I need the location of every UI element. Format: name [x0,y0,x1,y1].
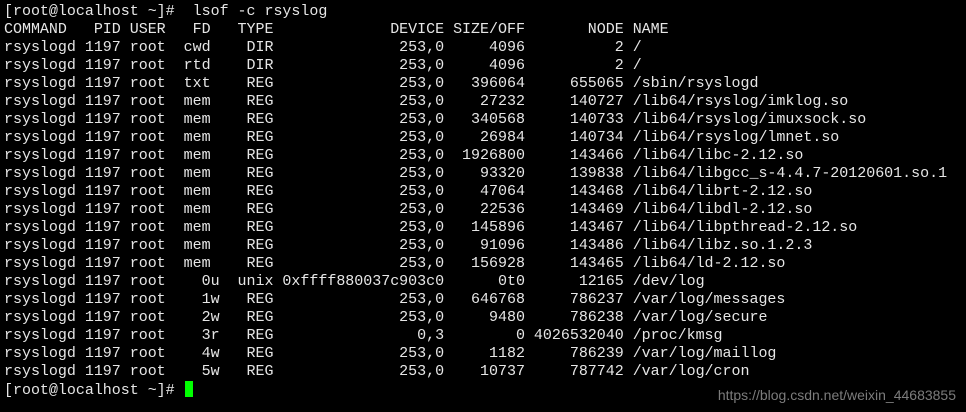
output-row: rsyslogd 1197 root 4w REG 253,0 1182 786… [4,345,777,362]
output-row: rsyslogd 1197 root 2w REG 253,0 9480 786… [4,309,768,326]
output-row: rsyslogd 1197 root mem REG 253,0 1926800… [4,147,804,164]
output-row: rsyslogd 1197 root mem REG 253,0 145896 … [4,219,858,236]
command-line: [root@localhost ~]# lsof -c rsyslog [4,3,947,21]
watermark-text: https://blog.csdn.net/weixin_44683855 [717,387,956,403]
text-cursor [184,381,193,397]
shell-prompt-final: [root@localhost ~]# [4,382,184,399]
output-row: rsyslogd 1197 root mem REG 253,0 27232 1… [4,93,849,110]
output-row: rsyslogd 1197 root 3r REG 0,3 0 40265320… [4,327,723,344]
output-header-row: COMMAND PID USER FD TYPE DEVICE SIZE/OFF… [4,21,669,38]
output-row: rsyslogd 1197 root mem REG 253,0 22536 1… [4,201,813,218]
shell-prompt: [root@localhost ~]# [4,3,184,20]
output-row: rsyslogd 1197 root mem REG 253,0 156928 … [4,255,786,272]
output-row: rsyslogd 1197 root 1w REG 253,0 646768 7… [4,291,786,308]
output-row: rsyslogd 1197 root txt REG 253,0 396064 … [4,75,759,92]
output-row: rsyslogd 1197 root 5w REG 253,0 10737 78… [4,363,750,380]
output-row: rsyslogd 1197 root cwd DIR 253,0 4096 2 … [4,39,642,56]
output-row: rsyslogd 1197 root mem REG 253,0 91096 1… [4,237,813,254]
output-row: rsyslogd 1197 root mem REG 253,0 26984 1… [4,129,840,146]
output-row: rsyslogd 1197 root 0u unix 0xffff880037c… [4,273,705,290]
terminal-output: [root@localhost ~]# lsof -c rsyslog COMM… [4,3,947,399]
output-row: rsyslogd 1197 root rtd DIR 253,0 4096 2 … [4,57,642,74]
output-row: rsyslogd 1197 root mem REG 253,0 47064 1… [4,183,813,200]
output-row: rsyslogd 1197 root mem REG 253,0 340568 … [4,111,867,128]
command-text: lsof -c rsyslog [183,3,328,20]
terminal-window[interactable]: [root@localhost ~]# lsof -c rsyslog COMM… [0,0,966,412]
lsof-output: COMMAND PID USER FD TYPE DEVICE SIZE/OFF… [4,21,947,381]
output-row: rsyslogd 1197 root mem REG 253,0 93320 1… [4,165,948,182]
